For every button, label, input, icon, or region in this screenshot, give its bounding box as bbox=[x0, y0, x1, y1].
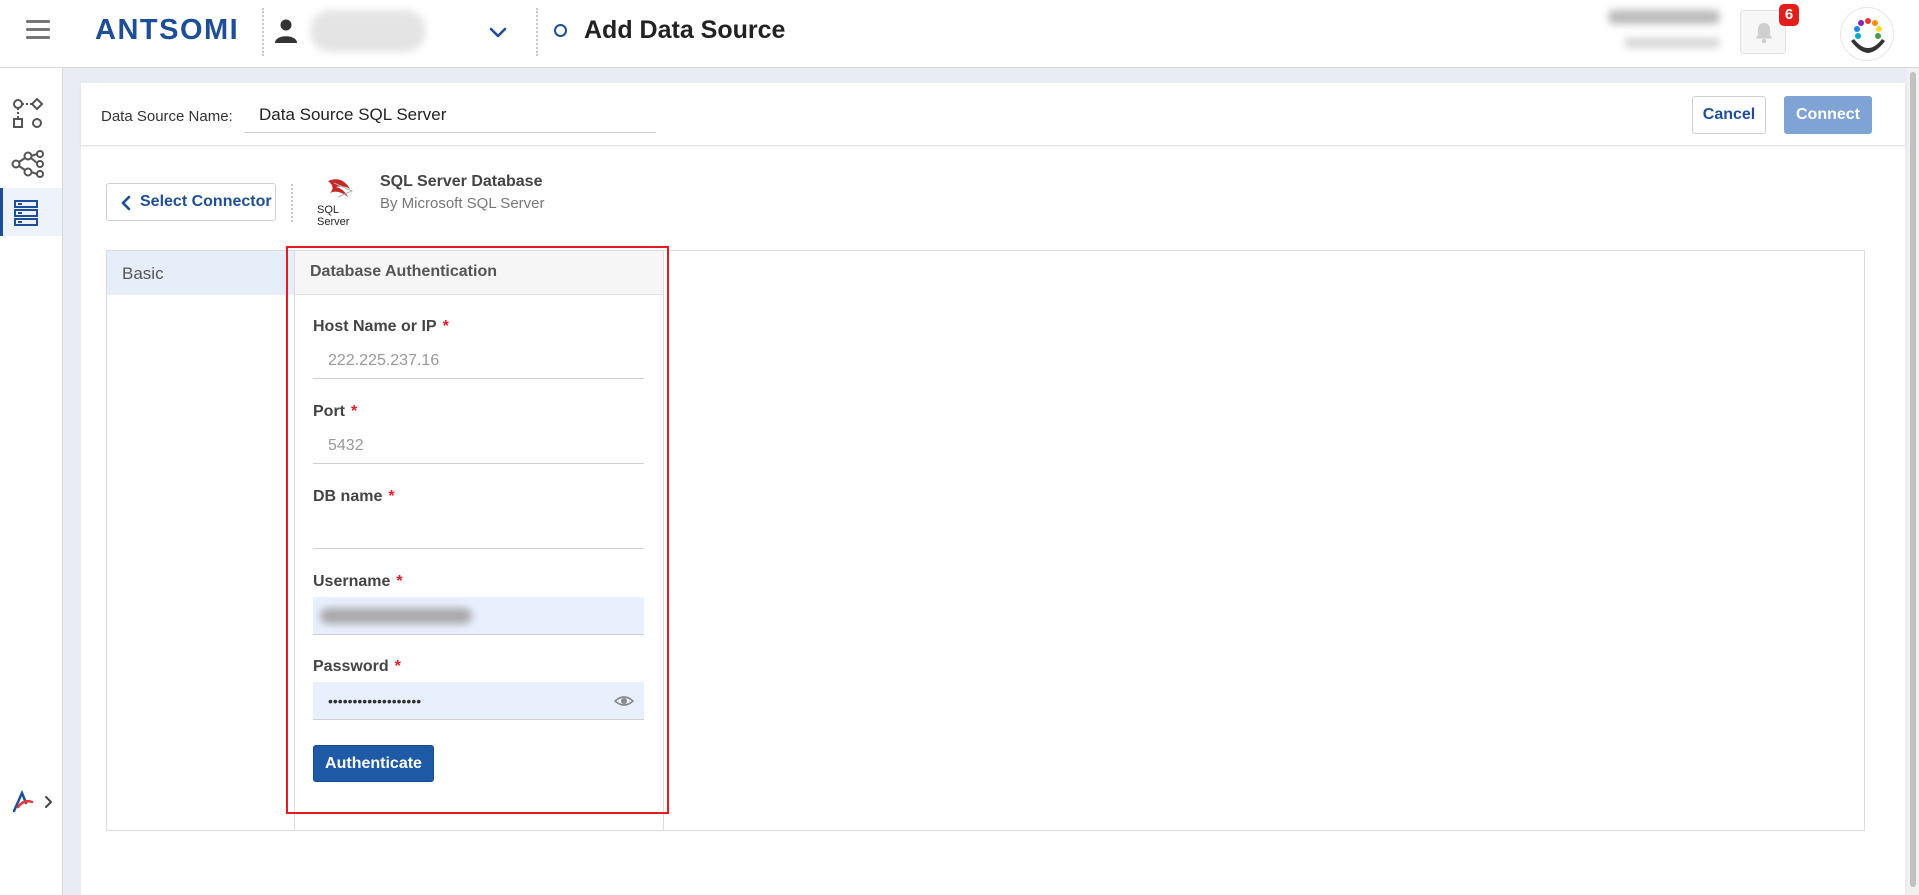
workflow-icon bbox=[13, 98, 44, 128]
database-icon bbox=[14, 200, 38, 226]
scrollbar-thumb[interactable] bbox=[1910, 72, 1916, 887]
notification-badge: 6 bbox=[1779, 4, 1799, 26]
connector-vendor: By Microsoft SQL Server bbox=[380, 195, 545, 212]
sidebar-item-data-sources[interactable] bbox=[0, 188, 62, 236]
sidebar-item-share[interactable] bbox=[0, 138, 62, 186]
cancel-button[interactable]: Cancel bbox=[1692, 96, 1766, 134]
account-sub-blurred bbox=[1624, 38, 1720, 48]
sql-server-logo-text: SQL Server bbox=[317, 204, 350, 228]
antsomi-mark-icon bbox=[12, 789, 52, 813]
chevron-left-icon bbox=[121, 195, 131, 211]
share-network-icon bbox=[11, 150, 44, 178]
tab-basic[interactable]: Basic bbox=[107, 251, 294, 295]
account-name-blurred bbox=[1608, 10, 1720, 24]
bell-icon bbox=[1755, 23, 1773, 44]
user-icon bbox=[274, 18, 298, 44]
connector-name: SQL Server Database bbox=[380, 173, 543, 190]
avatar[interactable] bbox=[1840, 7, 1894, 61]
menu-icon[interactable] bbox=[26, 20, 50, 40]
expand-sidebar-button[interactable] bbox=[12, 789, 54, 814]
sidebar-item-diagram[interactable] bbox=[0, 88, 62, 136]
select-connector-label: Select Connector bbox=[140, 193, 272, 210]
divider bbox=[262, 8, 264, 56]
connect-button[interactable]: Connect bbox=[1784, 96, 1872, 134]
sql-server-logo: SQL Server bbox=[314, 173, 370, 228]
data-source-name-label: Data Source Name: bbox=[101, 108, 233, 125]
chevron-down-icon[interactable] bbox=[486, 20, 510, 44]
user-name-blurred[interactable] bbox=[310, 10, 426, 52]
divider bbox=[291, 184, 293, 222]
data-source-name-input[interactable] bbox=[244, 98, 656, 133]
antsomi-logo[interactable]: ANTSOMI bbox=[95, 14, 239, 47]
select-connector-button[interactable]: Select Connector bbox=[106, 183, 276, 221]
divider bbox=[536, 8, 538, 56]
page-title: Add Data Source bbox=[584, 16, 786, 44]
highlight-box bbox=[286, 246, 669, 814]
page-status-icon bbox=[554, 24, 567, 37]
